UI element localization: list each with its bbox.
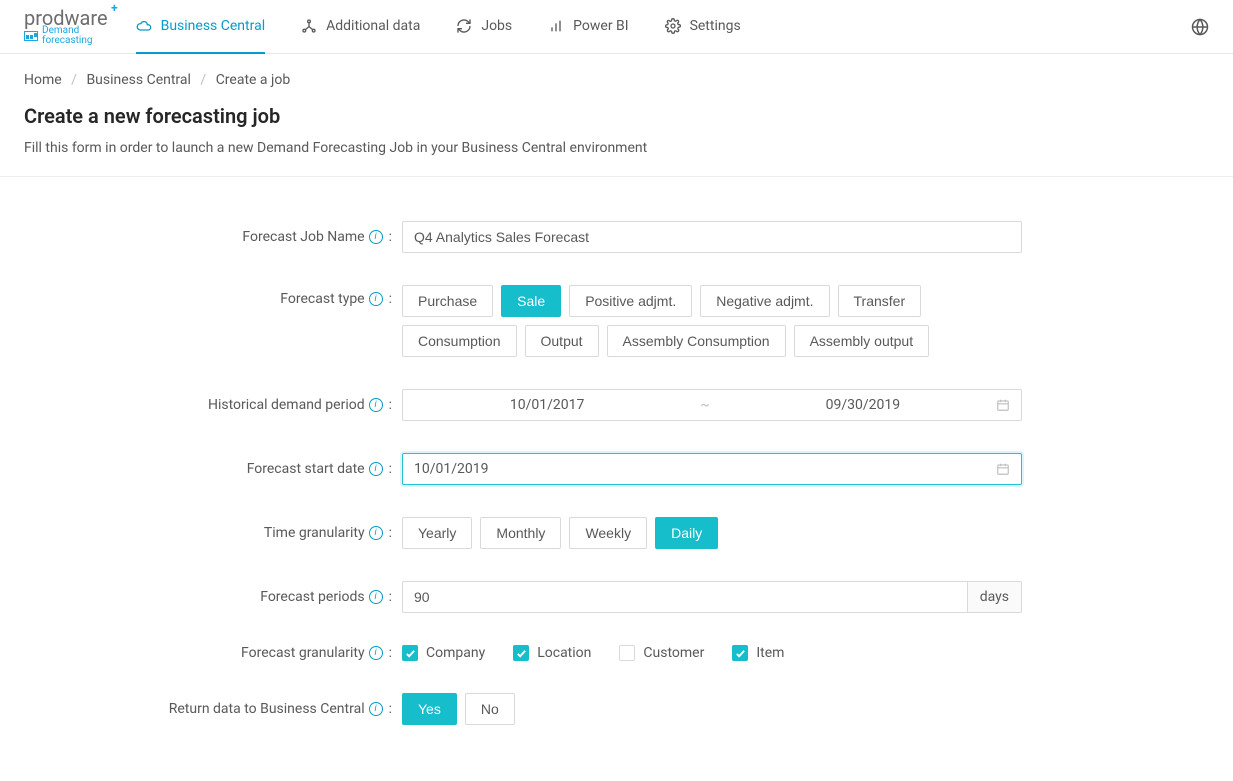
historical-range-input[interactable]: 10/01/2017 ~ 09/30/2019 [402,389,1022,421]
info-icon[interactable]: i [369,646,383,660]
info-icon[interactable]: i [369,462,383,476]
check-location[interactable]: Location [513,645,591,661]
nav-label: Jobs [481,18,512,34]
info-icon[interactable]: i [369,590,383,604]
breadcrumb: Home / Business Central / Create a job [0,54,1233,96]
checkbox-icon [619,645,635,661]
breadcrumb-home[interactable]: Home [24,72,62,88]
info-icon[interactable]: i [369,230,383,244]
type-sale[interactable]: Sale [501,285,561,317]
nav-label: Power BI [573,18,628,34]
forecast-start-value: 10/01/2019 [414,461,996,477]
check-label: Location [537,645,591,661]
type-assembly-consumption[interactable]: Assembly Consumption [607,325,786,357]
info-icon[interactable]: i [369,526,383,540]
hist-end: 09/30/2019 [730,397,996,413]
page-title: Create a new forecasting job [0,96,1233,132]
breadcrumb-bc[interactable]: Business Central [86,72,191,88]
gran-yearly[interactable]: Yearly [402,517,472,549]
label-time-granularity: Time granularity [264,525,365,541]
type-consumption[interactable]: Consumption [402,325,517,357]
info-icon[interactable]: i [369,398,383,412]
nav-label: Settings [690,18,741,34]
check-customer[interactable]: Customer [619,645,704,661]
breadcrumb-current: Create a job [216,72,291,88]
page-subtitle: Fill this form in order to launch a new … [0,132,1233,177]
info-icon[interactable]: i [369,292,383,306]
form: Forecast Job Name i : Forecast type i : … [0,177,1233,781]
type-output[interactable]: Output [525,325,599,357]
gear-icon [665,18,681,34]
check-label: Company [426,645,485,661]
periods-input[interactable] [402,581,967,613]
check-item[interactable]: Item [732,645,784,661]
network-icon [301,18,317,34]
logo[interactable]: prodware+ Demand forecasting [24,8,108,46]
info-icon[interactable]: i [369,702,383,716]
hist-start: 10/01/2017 [414,397,680,413]
job-name-input[interactable] [402,221,1022,253]
nav-additional-data[interactable]: Additional data [301,0,420,54]
range-sep: ~ [700,397,710,413]
label-forecast-granularity: Forecast granularity [241,645,365,661]
logo-brand: prodware+ [24,8,108,28]
periods-suffix: days [967,581,1022,613]
nav-jobs[interactable]: Jobs [456,0,512,54]
nav-label: Additional data [326,18,420,34]
bar-chart-icon [548,18,564,34]
gran-weekly[interactable]: Weekly [569,517,647,549]
label-historical: Historical demand period [208,397,365,413]
return-no[interactable]: No [465,693,515,725]
checkbox-icon [402,645,418,661]
gran-daily[interactable]: Daily [655,517,718,549]
type-purchase[interactable]: Purchase [402,285,493,317]
type-positive-adj[interactable]: Positive adjmt. [569,285,692,317]
nav-label: Business Central [161,18,266,34]
globe-icon[interactable] [1191,18,1209,36]
label-forecast-start: Forecast start date [247,461,365,477]
breadcrumb-sep: / [200,72,206,88]
label-return-data: Return data to Business Central [169,701,365,717]
checkbox-icon [732,645,748,661]
label-job-name: Forecast Job Name [242,229,364,245]
return-yes[interactable]: Yes [402,693,457,725]
gran-monthly[interactable]: Monthly [480,517,561,549]
sync-icon [456,18,472,34]
cloud-icon [136,18,152,34]
logo-chart-icon [24,31,38,41]
logo-sub2: forecasting [42,36,92,46]
check-label: Item [756,645,784,661]
calendar-icon [996,398,1010,412]
type-negative-adj[interactable]: Negative adjmt. [700,285,829,317]
forecast-start-input[interactable]: 10/01/2019 [402,453,1022,485]
type-transfer[interactable]: Transfer [838,285,922,317]
label-forecast-type: Forecast type [280,291,364,307]
checkbox-icon [513,645,529,661]
label-periods: Forecast periods [260,589,364,605]
check-label: Customer [643,645,704,661]
check-company[interactable]: Company [402,645,485,661]
calendar-icon [996,462,1010,476]
header: prodware+ Demand forecasting Business Ce… [0,0,1233,54]
nav-power-bi[interactable]: Power BI [548,0,628,54]
nav-business-central[interactable]: Business Central [136,0,266,54]
top-nav: Business Central Additional data Jobs Po… [136,0,1191,54]
breadcrumb-sep: / [71,72,77,88]
type-assembly-output[interactable]: Assembly output [794,325,930,357]
nav-settings[interactable]: Settings [665,0,741,54]
